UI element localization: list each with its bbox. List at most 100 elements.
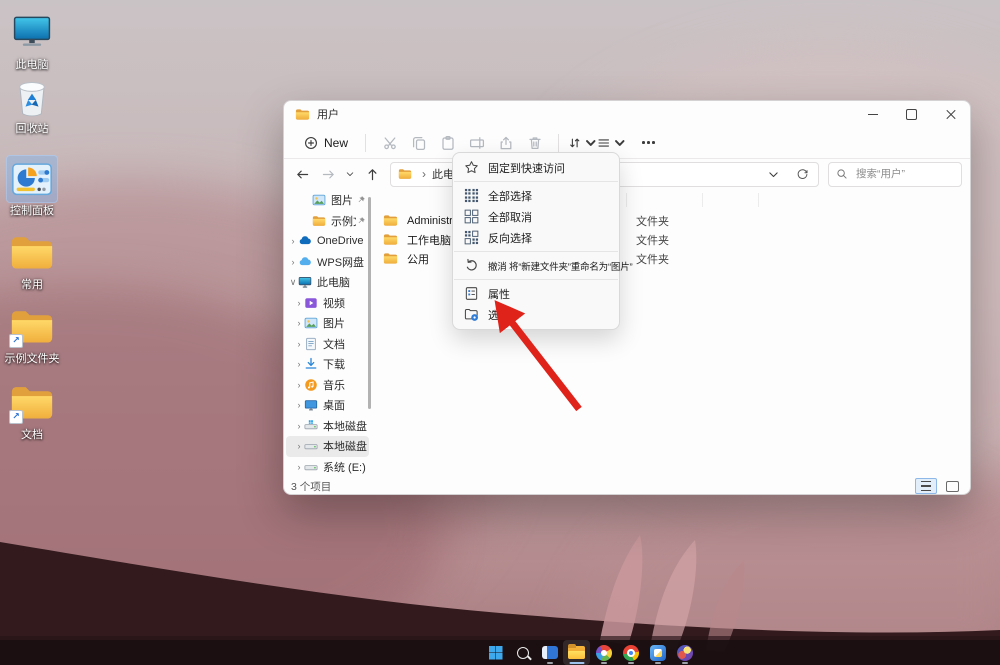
browser-wheel-icon[interactable] <box>590 640 617 665</box>
menu-item[interactable]: 选项 <box>453 304 619 325</box>
column-divider[interactable] <box>758 193 759 207</box>
toolbar-divider <box>558 133 560 152</box>
desktop-icon[interactable]: ↗ 示例文件夹 <box>0 304 64 366</box>
sidebar-item[interactable]: › 图片 <box>286 313 369 334</box>
desktop-icon-image: ↗ <box>7 230 57 276</box>
menu-item[interactable]: 全部取消 <box>453 206 619 227</box>
file-type: 文件夹 <box>636 253 669 266</box>
sidebar-item[interactable]: › 视频 <box>286 293 369 314</box>
expand-chevron-icon[interactable]: › <box>294 400 304 410</box>
running-indicator <box>627 661 634 664</box>
toolbar-divider <box>365 133 367 152</box>
menu-item-label: 全部选择 <box>488 190 532 203</box>
sidebar-item[interactable]: › 本地磁盘 (D:) <box>286 436 369 457</box>
sidebar-item[interactable]: › 音乐 <box>286 375 369 396</box>
expand-chevron-icon[interactable]: › <box>294 421 304 431</box>
file-explorer-icon[interactable] <box>563 640 590 665</box>
expand-chevron-icon[interactable]: › <box>294 359 304 369</box>
expand-chevron-icon[interactable]: ∨ <box>288 277 298 288</box>
sort-button[interactable] <box>568 131 597 155</box>
running-indicator <box>654 661 661 664</box>
menu-item-icon <box>464 230 479 245</box>
shortcut-arrow-icon: ↗ <box>9 334 23 348</box>
running-indicator <box>546 661 553 664</box>
folder-icon <box>383 213 398 228</box>
sidebar-item[interactable]: › 本地磁盘 (C:) <box>286 416 369 437</box>
start-icon[interactable] <box>482 640 509 665</box>
search-input[interactable] <box>854 167 954 181</box>
expand-chevron-icon[interactable]: › <box>294 339 304 349</box>
menu-item-label: 反向选择 <box>488 232 532 245</box>
expand-chevron-icon[interactable]: › <box>294 298 304 308</box>
desktop-icon-label: 常用 <box>21 279 43 291</box>
menu-item[interactable] <box>454 251 618 252</box>
forward-button[interactable] <box>316 162 340 186</box>
menu-item[interactable]: 反向选择 <box>453 227 619 248</box>
sidebar-item[interactable]: › 桌面 <box>286 395 369 416</box>
details-view-button[interactable] <box>915 478 937 494</box>
desktop: ↗ 此电脑 ↗ 回收站 ↗ 控制面板 ↗ <box>0 0 1000 665</box>
sidebar-item[interactable]: 示例文件夹 <box>286 211 369 232</box>
view-button[interactable] <box>597 131 626 155</box>
photos-icon[interactable] <box>644 640 671 665</box>
desktop-icon[interactable]: ↗ 回收站 <box>0 74 64 136</box>
paste-button[interactable] <box>433 131 462 155</box>
search-box[interactable] <box>828 161 962 187</box>
menu-item-icon <box>464 286 479 301</box>
menu-item[interactable]: 固定到快速访问 <box>453 157 619 178</box>
menu-item[interactable]: 属性 <box>453 283 619 304</box>
recent-locations-button[interactable] <box>342 162 358 186</box>
sidebar-item[interactable]: 图片 <box>286 190 369 211</box>
rename-button[interactable] <box>462 131 491 155</box>
share-button[interactable] <box>491 131 520 155</box>
chevron-down-icon <box>614 139 624 146</box>
menu-item-icon <box>464 160 479 175</box>
maximize-button[interactable] <box>892 101 931 127</box>
expand-chevron-icon[interactable]: › <box>294 441 304 451</box>
close-button[interactable] <box>931 101 970 127</box>
sidebar-item[interactable]: › WPS网盘 <box>286 252 369 273</box>
sidebar-item[interactable]: › 文档 <box>286 334 369 355</box>
expand-chevron-icon[interactable]: › <box>294 318 304 328</box>
column-divider[interactable] <box>702 193 703 207</box>
desktop-icon[interactable]: ↗ 控制面板 <box>0 155 64 218</box>
breadcrumb-separator: › <box>422 167 426 181</box>
expand-chevron-icon[interactable]: › <box>288 236 298 246</box>
cut-button[interactable] <box>375 131 404 155</box>
expand-chevron-icon[interactable]: › <box>288 257 298 267</box>
sidebar-item[interactable]: › 下载 <box>286 354 369 375</box>
sidebar-item[interactable]: › OneDrive <box>286 231 369 252</box>
expand-chevron-icon[interactable]: › <box>294 462 304 472</box>
expand-chevron-icon[interactable]: › <box>294 380 304 390</box>
see-more-button[interactable] <box>634 131 663 155</box>
sidebar-item[interactable]: › 系统 (E:) <box>286 457 369 478</box>
sidebar-item[interactable]: ∨ 此电脑 <box>286 272 369 293</box>
menu-item[interactable] <box>454 181 618 182</box>
new-button[interactable]: New <box>296 133 356 153</box>
desktop-icon[interactable]: ↗ 此电脑 <box>0 10 64 72</box>
file-type: 文件夹 <box>636 215 669 228</box>
copy-button[interactable] <box>404 131 433 155</box>
pin-icon <box>356 216 366 226</box>
window-titlebar[interactable]: 用户 <box>284 101 970 127</box>
running-indicator <box>681 661 688 664</box>
menu-item[interactable]: 全部选择 <box>453 185 619 206</box>
desktop-icon[interactable]: ↗ 常用 <box>0 230 64 292</box>
address-dropdown-icon[interactable] <box>767 168 780 181</box>
desktop-icon[interactable]: ↗ 文档 <box>0 380 64 442</box>
delete-button[interactable] <box>520 131 549 155</box>
new-icon <box>305 136 317 149</box>
minimize-button[interactable] <box>853 101 892 127</box>
refresh-icon[interactable] <box>796 168 809 181</box>
search-icon[interactable] <box>509 640 536 665</box>
back-button[interactable] <box>290 162 314 186</box>
column-divider[interactable] <box>626 193 627 207</box>
sidebar-scrollbar[interactable] <box>368 197 371 409</box>
menu-item[interactable]: 撤消 将“新建文件夹”重命名为“图片” <box>453 255 633 276</box>
paint-icon[interactable] <box>671 640 698 665</box>
menu-item[interactable] <box>454 279 618 280</box>
task-view-icon[interactable] <box>536 640 563 665</box>
thumbnail-view-button[interactable] <box>941 478 963 494</box>
up-button[interactable] <box>360 162 384 186</box>
chrome-icon[interactable] <box>617 640 644 665</box>
